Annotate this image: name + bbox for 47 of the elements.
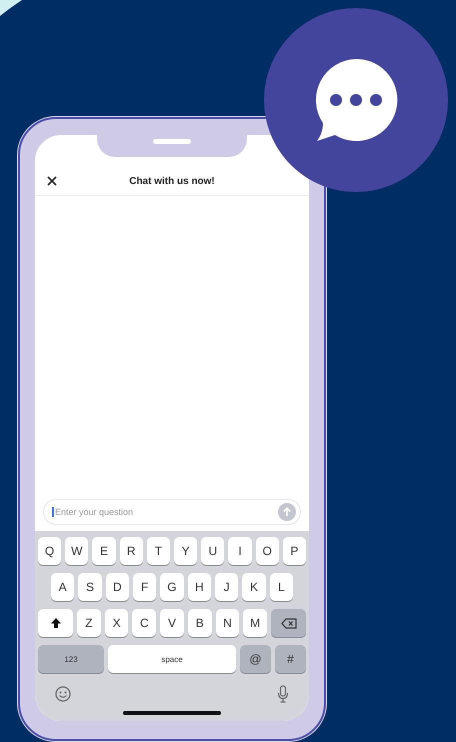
numbers-key[interactable]: 123 [38, 645, 104, 673]
key[interactable]: M [243, 609, 268, 637]
backspace-icon [280, 618, 297, 628]
key[interactable]: Z [77, 609, 101, 637]
up-arrow-icon [282, 507, 292, 517]
key[interactable]: N [216, 609, 240, 637]
key[interactable]: O [256, 537, 279, 565]
corner-shape [0, 0, 24, 16]
key[interactable]: U [201, 537, 224, 565]
backspace-key[interactable] [271, 609, 306, 637]
key[interactable]: Y [174, 537, 198, 565]
speaker-slot [153, 139, 191, 144]
key[interactable]: Q [38, 537, 62, 565]
question-field[interactable]: Enter your question [43, 499, 301, 525]
key[interactable]: F [132, 573, 156, 601]
key[interactable]: B [188, 609, 212, 637]
microphone-icon [277, 685, 289, 703]
smiley-icon [55, 686, 71, 702]
key[interactable]: I [228, 537, 252, 565]
key[interactable]: K [242, 573, 266, 601]
key[interactable]: X [104, 609, 128, 637]
key[interactable]: V [160, 609, 184, 637]
key[interactable]: H [188, 573, 211, 601]
key[interactable]: C [132, 609, 156, 637]
chat-title: Chat with us now! [128, 176, 216, 186]
key[interactable]: D [106, 573, 129, 601]
close-icon [47, 176, 57, 186]
key[interactable]: R [120, 537, 143, 565]
key[interactable]: G [160, 573, 184, 601]
key[interactable]: S [78, 573, 102, 601]
shift-icon [50, 617, 62, 629]
key[interactable]: A [51, 573, 74, 601]
key[interactable]: J [214, 573, 238, 601]
emoji-button[interactable] [55, 686, 71, 702]
question-input[interactable]: Enter your question [52, 507, 278, 517]
key[interactable]: T [146, 537, 170, 565]
symbol-key[interactable]: @ [240, 645, 271, 673]
space-key[interactable]: space [108, 645, 236, 673]
close-button[interactable] [47, 176, 57, 186]
symbol-key[interactable]: # [275, 645, 306, 673]
key[interactable]: P [282, 537, 306, 565]
shift-key[interactable] [38, 609, 73, 637]
key[interactable]: W [65, 537, 88, 565]
speech-bubble-icon [313, 57, 399, 143]
dictation-button[interactable] [277, 685, 289, 703]
key[interactable]: E [92, 537, 116, 565]
key[interactable]: L [270, 573, 293, 601]
